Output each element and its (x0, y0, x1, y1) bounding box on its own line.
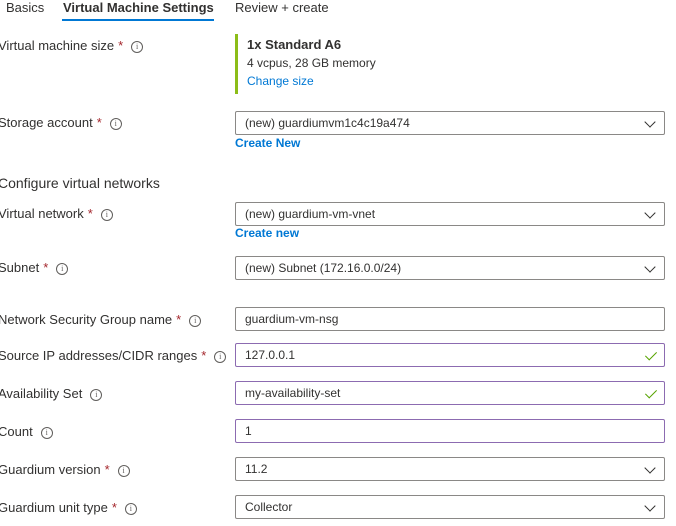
vnet-label-row: Virtual network * i (0, 206, 113, 221)
required-marker: * (96, 115, 102, 130)
required-marker: * (201, 348, 207, 363)
vm-size-label: Virtual machine size (0, 38, 115, 53)
count-value: 1 (245, 424, 252, 438)
guardium-version-value: 11.2 (245, 462, 268, 476)
vm-size-desc: 4 vcpus, 28 GB memory (247, 56, 376, 70)
virtual-network-select[interactable]: (new) guardium-vm-vnet (235, 202, 665, 226)
chevron-down-icon (644, 261, 656, 273)
subnet-value: (new) Subnet (172.16.0.0/24) (245, 261, 402, 275)
tab-basics[interactable]: Basics (6, 0, 44, 15)
wizard-tabs: Basics Virtual Machine Settings Review +… (0, 0, 676, 22)
storage-account-select[interactable]: (new) guardiumvm1c4c19a474 (235, 111, 665, 135)
vnet-label: Virtual network (0, 206, 84, 221)
source-ip-label-row: Source IP addresses/CIDR ranges * i (0, 348, 227, 363)
required-marker: * (104, 462, 110, 477)
availability-set-value: my-availability-set (245, 386, 341, 400)
info-icon[interactable]: i (40, 427, 53, 439)
vm-size-title: 1x Standard A6 (247, 37, 342, 52)
guardium-unit-type-value: Collector (245, 500, 293, 514)
availability-label: Availability Set (0, 386, 83, 401)
source-ip-value: 127.0.0.1 (245, 348, 296, 362)
chevron-down-icon (644, 207, 656, 219)
count-input[interactable]: 1 (235, 419, 665, 443)
tab-vm-settings[interactable]: Virtual Machine Settings (63, 0, 214, 15)
vm-size-label-row: Virtual machine size * i (0, 38, 144, 53)
active-tab-indicator (62, 19, 214, 21)
checkmark-icon (644, 386, 658, 399)
virtual-network-value: (new) guardium-vm-vnet (245, 207, 376, 221)
guardium-unit-type-select[interactable]: Collector (235, 495, 665, 519)
subnet-label: Subnet (0, 260, 40, 275)
change-size-link[interactable]: Change size (247, 74, 376, 88)
tab-review-create[interactable]: Review + create (235, 0, 329, 15)
create-new-vnet-link[interactable]: Create new (235, 226, 299, 240)
subnet-label-row: Subnet * i (0, 260, 69, 275)
nsg-label: Network Security Group name (0, 312, 173, 327)
required-marker: * (176, 312, 182, 327)
info-icon[interactable]: i (56, 263, 69, 275)
checkmark-icon (644, 348, 658, 361)
required-marker: * (118, 38, 124, 53)
info-icon[interactable]: i (131, 41, 144, 53)
availability-label-row: Availability Set i (0, 386, 103, 401)
count-label-row: Count i (0, 424, 53, 439)
availability-set-input[interactable]: my-availability-set (235, 381, 665, 405)
unit-type-label: Guardium unit type (0, 500, 108, 515)
nsg-name-value: guardium-vm-nsg (245, 312, 339, 326)
section-title: Configure virtual networks (0, 175, 160, 191)
info-icon[interactable]: i (189, 315, 202, 327)
required-marker: * (111, 500, 117, 515)
nsg-label-row: Network Security Group name * i (0, 312, 202, 327)
subnet-select[interactable]: (new) Subnet (172.16.0.0/24) (235, 256, 665, 280)
version-label-row: Guardium version * i (0, 462, 130, 477)
create-new-storage-link[interactable]: Create New (235, 136, 300, 150)
chevron-down-icon (644, 462, 656, 474)
chevron-down-icon (644, 116, 656, 128)
info-icon[interactable]: i (90, 389, 103, 401)
storage-label: Storage account (0, 115, 93, 130)
vm-size-summary: 1x Standard A6 4 vcpus, 28 GB memory Cha… (235, 34, 376, 94)
count-label: Count (0, 424, 33, 439)
version-label: Guardium version (0, 462, 101, 477)
info-icon[interactable]: i (109, 118, 122, 130)
source-ip-label: Source IP addresses/CIDR ranges (0, 348, 198, 363)
required-marker: * (87, 206, 93, 221)
nsg-name-input[interactable]: guardium-vm-nsg (235, 307, 665, 331)
unit-type-label-row: Guardium unit type * i (0, 500, 137, 515)
chevron-down-icon (644, 500, 656, 512)
info-icon[interactable]: i (214, 351, 227, 363)
required-marker: * (43, 260, 49, 275)
storage-label-row: Storage account * i (0, 115, 122, 130)
guardium-version-select[interactable]: 11.2 (235, 457, 665, 481)
info-icon[interactable]: i (117, 465, 130, 477)
source-ip-input[interactable]: 127.0.0.1 (235, 343, 665, 367)
storage-account-value: (new) guardiumvm1c4c19a474 (245, 116, 410, 130)
info-icon[interactable]: i (124, 503, 137, 515)
info-icon[interactable]: i (100, 209, 113, 221)
